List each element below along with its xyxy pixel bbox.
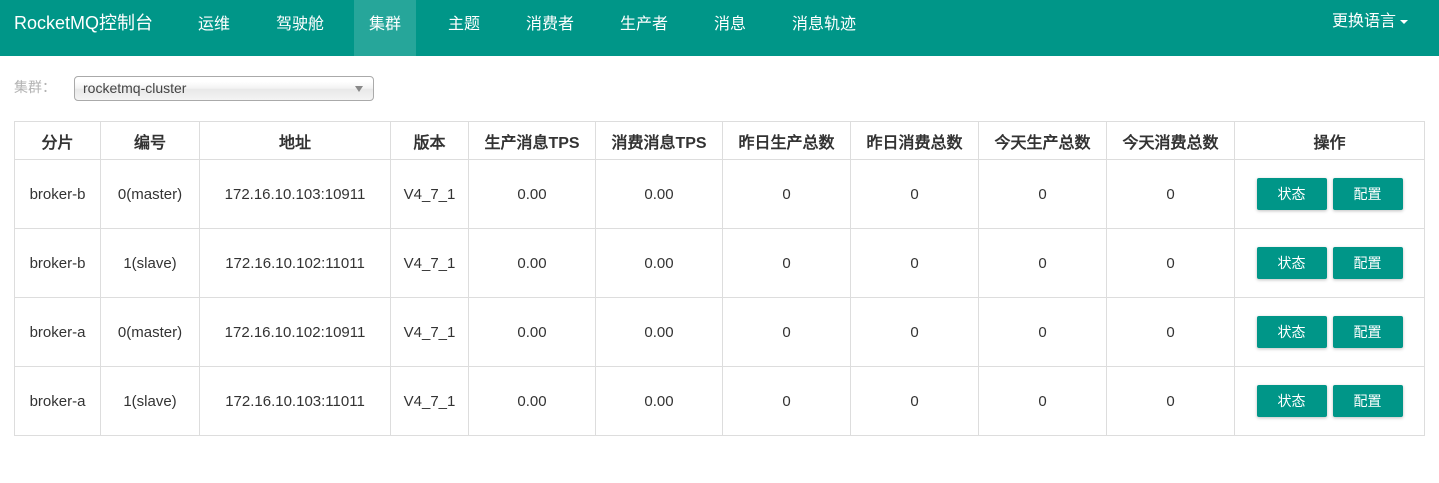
cell-yesterday-produce: 0 <box>722 228 851 298</box>
cell-actions: 状态 配置 <box>1234 228 1425 298</box>
col-header-actions: 操作 <box>1234 121 1425 160</box>
table-row: broker-a 1(slave) 172.16.10.103:11011 V4… <box>14 366 1425 436</box>
nav-item-message-trace[interactable]: 消息轨迹 <box>776 0 872 56</box>
table-row: broker-a 0(master) 172.16.10.102:10911 V… <box>14 297 1425 367</box>
cell-actions: 状态 配置 <box>1234 366 1425 436</box>
col-header-shard: 分片 <box>14 121 101 160</box>
cell-today-consume: 0 <box>1106 366 1235 436</box>
nav-item-ops[interactable]: 运维 <box>180 0 248 56</box>
cell-yesterday-produce: 0 <box>722 159 851 229</box>
cell-today-produce: 0 <box>978 159 1107 229</box>
cell-produce-tps: 0.00 <box>468 366 596 436</box>
app-brand[interactable]: RocketMQ控制台 <box>14 0 153 48</box>
cell-yesterday-consume: 0 <box>850 297 979 367</box>
cluster-select[interactable]: rocketmq-cluster <box>74 76 374 101</box>
cell-shard: broker-a <box>14 366 101 436</box>
cell-today-produce: 0 <box>978 228 1107 298</box>
nav-item-dashboard[interactable]: 驾驶舱 <box>262 0 338 56</box>
status-button[interactable]: 状态 <box>1256 385 1327 417</box>
cell-shard: broker-b <box>14 228 101 298</box>
cell-consume-tps: 0.00 <box>595 228 723 298</box>
cell-address: 172.16.10.102:11011 <box>199 228 391 298</box>
cell-consume-tps: 0.00 <box>595 366 723 436</box>
cell-yesterday-consume: 0 <box>850 228 979 298</box>
cluster-select-value: rocketmq-cluster <box>83 80 187 96</box>
col-header-today-consume: 今天消费总数 <box>1106 121 1235 160</box>
table-row: broker-b 0(master) 172.16.10.103:10911 V… <box>14 159 1425 229</box>
col-header-yesterday-consume: 昨日消费总数 <box>850 121 979 160</box>
cell-consume-tps: 0.00 <box>595 297 723 367</box>
cell-today-consume: 0 <box>1106 159 1235 229</box>
cell-today-consume: 0 <box>1106 297 1235 367</box>
nav-item-topic[interactable]: 主题 <box>432 0 496 56</box>
config-button[interactable]: 配置 <box>1332 316 1403 348</box>
cell-shard: broker-a <box>14 297 101 367</box>
top-navbar: RocketMQ控制台 运维 驾驶舱 集群 主题 消费者 生产者 消息 消息轨迹… <box>0 0 1439 56</box>
chevron-down-icon <box>1400 19 1408 24</box>
language-label: 更换语言 <box>1331 13 1396 30</box>
col-header-version: 版本 <box>390 121 469 160</box>
col-header-consume-tps: 消费消息TPS <box>595 121 723 160</box>
cell-yesterday-produce: 0 <box>722 366 851 436</box>
config-button[interactable]: 配置 <box>1332 247 1403 279</box>
cell-id: 0(master) <box>100 297 200 367</box>
cell-id: 1(slave) <box>100 366 200 436</box>
cell-today-produce: 0 <box>978 366 1107 436</box>
cell-produce-tps: 0.00 <box>468 159 596 229</box>
col-header-produce-tps: 生产消息TPS <box>468 121 596 160</box>
status-button[interactable]: 状态 <box>1256 247 1327 279</box>
cell-id: 1(slave) <box>100 228 200 298</box>
nav-item-producer[interactable]: 生产者 <box>606 0 682 56</box>
config-button[interactable]: 配置 <box>1332 178 1403 210</box>
cell-today-produce: 0 <box>978 297 1107 367</box>
col-header-id: 编号 <box>100 121 200 160</box>
dropdown-arrow-icon <box>355 86 363 92</box>
col-header-address: 地址 <box>199 121 391 160</box>
col-header-yesterday-produce: 昨日生产总数 <box>722 121 851 160</box>
cell-address: 172.16.10.103:10911 <box>199 159 391 229</box>
cell-today-consume: 0 <box>1106 228 1235 298</box>
broker-table: 分片 编号 地址 版本 生产消息TPS 消费消息TPS 昨日生产总数 昨日消费总… <box>14 121 1425 436</box>
cell-version: V4_7_1 <box>390 159 469 229</box>
nav-item-cluster[interactable]: 集群 <box>354 0 416 56</box>
cell-produce-tps: 0.00 <box>468 228 596 298</box>
table-row: broker-b 1(slave) 172.16.10.102:11011 V4… <box>14 228 1425 298</box>
cell-version: V4_7_1 <box>390 228 469 298</box>
config-button[interactable]: 配置 <box>1332 385 1403 417</box>
cell-yesterday-consume: 0 <box>850 366 979 436</box>
cell-version: V4_7_1 <box>390 366 469 436</box>
table-header-row: 分片 编号 地址 版本 生产消息TPS 消费消息TPS 昨日生产总数 昨日消费总… <box>14 121 1425 160</box>
nav-item-message[interactable]: 消息 <box>700 0 760 56</box>
language-dropdown[interactable]: 更换语言 <box>1320 0 1420 48</box>
cell-address: 172.16.10.103:11011 <box>199 366 391 436</box>
cell-consume-tps: 0.00 <box>595 159 723 229</box>
status-button[interactable]: 状态 <box>1256 316 1327 348</box>
cell-produce-tps: 0.00 <box>468 297 596 367</box>
col-header-today-produce: 今天生产总数 <box>978 121 1107 160</box>
cell-shard: broker-b <box>14 159 101 229</box>
cell-actions: 状态 配置 <box>1234 297 1425 367</box>
nav-item-consumer[interactable]: 消费者 <box>512 0 588 56</box>
cell-address: 172.16.10.102:10911 <box>199 297 391 367</box>
cell-version: V4_7_1 <box>390 297 469 367</box>
cluster-filter-label: 集群： <box>14 79 56 95</box>
status-button[interactable]: 状态 <box>1256 178 1327 210</box>
cell-yesterday-produce: 0 <box>722 297 851 367</box>
cell-id: 0(master) <box>100 159 200 229</box>
cell-actions: 状态 配置 <box>1234 159 1425 229</box>
cell-yesterday-consume: 0 <box>850 159 979 229</box>
